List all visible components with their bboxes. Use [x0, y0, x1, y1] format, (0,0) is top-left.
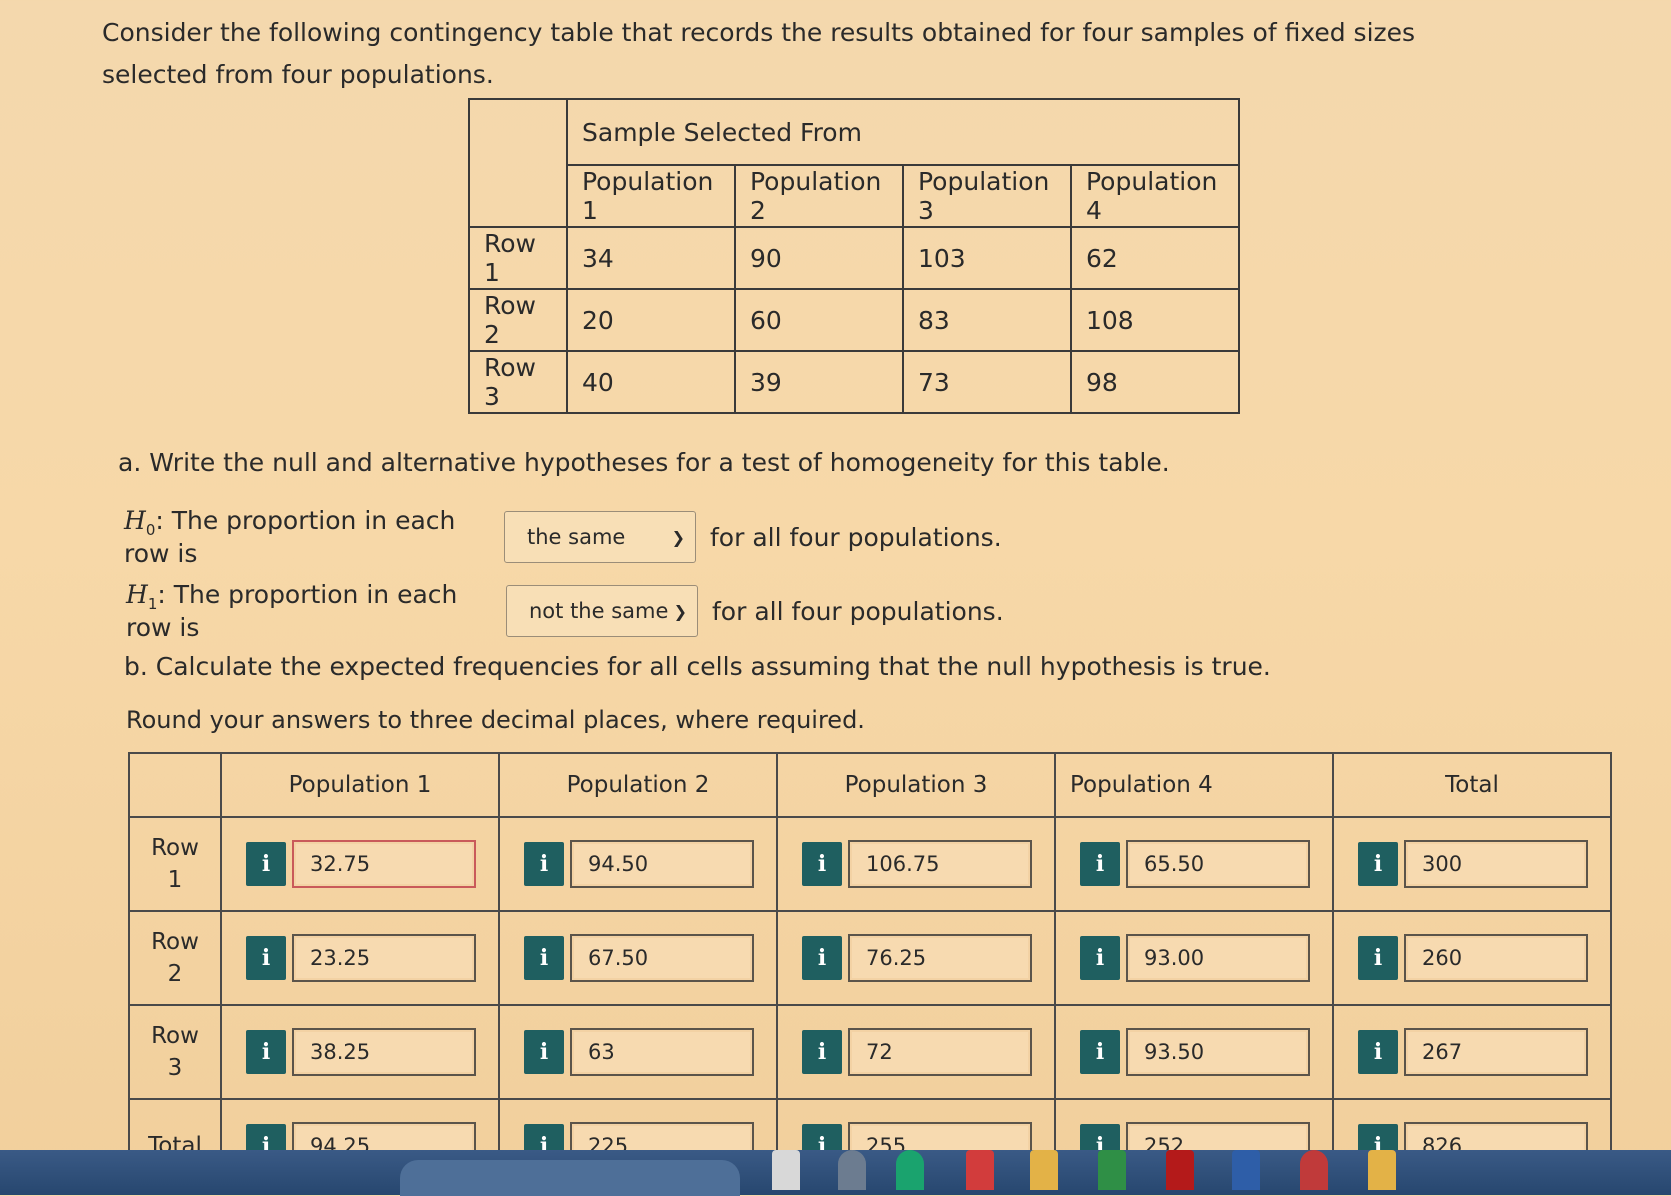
col-header: Population 3: [902, 164, 1072, 228]
answer-input[interactable]: 94.50: [570, 840, 754, 888]
answer-input[interactable]: 300: [1404, 840, 1588, 888]
info-icon[interactable]: i: [246, 842, 286, 886]
expected-frequencies-table: Population 1 Population 2 Population 3 P…: [128, 752, 1612, 1194]
round-note: Round your answers to three decimal plac…: [126, 706, 865, 734]
col-header: Population 1: [566, 164, 736, 228]
h0-label: H0: The proportion in each row is: [124, 506, 456, 568]
info-icon[interactable]: i: [524, 842, 564, 886]
sample-selected-header: Sample Selected From: [566, 98, 1240, 166]
answer-input[interactable]: 76.25: [848, 934, 1032, 982]
problem-intro: Consider the following contingency table…: [102, 18, 1416, 89]
h0-select-value: the same: [527, 525, 626, 549]
info-icon[interactable]: i: [802, 1030, 842, 1074]
part-a-question: a. Write the null and alternative hypoth…: [118, 448, 1170, 477]
table-cell: 103: [902, 226, 1072, 290]
word-icon[interactable]: [1232, 1150, 1260, 1190]
answer-input[interactable]: 260: [1404, 934, 1588, 982]
answer-input[interactable]: 32.75: [292, 840, 476, 888]
corner-cell: [468, 98, 568, 228]
table-row: Row 1 34 90 103 62: [468, 226, 1240, 290]
netflix-icon[interactable]: [1166, 1150, 1194, 1190]
col-header: Total: [1332, 752, 1612, 818]
table-cell: 39: [734, 350, 904, 414]
app-icon[interactable]: [1098, 1150, 1126, 1190]
edge-icon[interactable]: [896, 1150, 924, 1190]
table-cell: 34: [566, 226, 736, 290]
table-row: Row 2 20 60 83 108: [468, 288, 1240, 352]
info-icon[interactable]: i: [1080, 936, 1120, 980]
calendar-icon[interactable]: [1368, 1150, 1396, 1190]
col-header: Population 2: [734, 164, 904, 228]
table-cell: 90: [734, 226, 904, 290]
chevron-down-icon: ❯: [673, 601, 687, 621]
table-cell: 60: [734, 288, 904, 352]
info-icon[interactable]: i: [246, 936, 286, 980]
table-row: Row 3 40 39 73 98: [468, 350, 1240, 414]
folder-icon[interactable]: [1030, 1150, 1058, 1190]
store-icon[interactable]: [966, 1150, 994, 1190]
info-icon[interactable]: i: [1358, 1030, 1398, 1074]
col-header: Population 3: [776, 752, 1056, 818]
part-b-question: b. Calculate the expected frequencies fo…: [124, 652, 1271, 681]
answer-input[interactable]: 63: [570, 1028, 754, 1076]
h0-select[interactable]: the same ❯: [504, 511, 696, 563]
table-cell: 40: [566, 350, 736, 414]
table-cell: 73: [902, 350, 1072, 414]
info-icon[interactable]: i: [1080, 842, 1120, 886]
col-header: Population 4: [1054, 752, 1334, 818]
table-row: Row 1 i 32.75 i 94.50 i 106.75 i 65.50 i 300: [128, 816, 1612, 912]
chrome-icon[interactable]: [1300, 1150, 1328, 1190]
row-label: Row 1: [468, 226, 568, 290]
row-label: Row 3: [128, 1004, 222, 1100]
h1-label: H1: The proportion in each row is: [126, 580, 458, 642]
table-cell: 62: [1070, 226, 1240, 290]
answer-input[interactable]: 67.50: [570, 934, 754, 982]
taskbar-search[interactable]: [400, 1160, 740, 1196]
h0-suffix: for all four populations.: [710, 522, 1002, 552]
answer-input[interactable]: 65.50: [1126, 840, 1310, 888]
info-icon[interactable]: i: [1358, 842, 1398, 886]
h1-select[interactable]: not the same ❯: [506, 585, 698, 637]
row-label: Row 3: [468, 350, 568, 414]
col-header: Population 2: [498, 752, 778, 818]
answer-input[interactable]: 23.25: [292, 934, 476, 982]
row-label: Row 1: [128, 816, 222, 912]
contingency-table: Sample Selected From Population 1 Popula…: [468, 98, 1240, 414]
chevron-down-icon: ❯: [671, 527, 685, 547]
h1-select-value: not the same: [529, 599, 669, 623]
answer-input[interactable]: 93.50: [1126, 1028, 1310, 1076]
info-icon[interactable]: i: [802, 842, 842, 886]
col-header: Population 1: [220, 752, 500, 818]
answer-input[interactable]: 93.00: [1126, 934, 1310, 982]
answer-input[interactable]: 106.75: [848, 840, 1032, 888]
info-icon[interactable]: i: [802, 936, 842, 980]
table-cell: 108: [1070, 288, 1240, 352]
alt-hypothesis: H1: The proportion in each row is not th…: [126, 580, 1004, 642]
table-cell: 20: [566, 288, 736, 352]
answer-input[interactable]: 267: [1404, 1028, 1588, 1076]
taskbar: [0, 1150, 1671, 1195]
row-label: Row 2: [468, 288, 568, 352]
info-icon[interactable]: i: [524, 936, 564, 980]
info-icon[interactable]: i: [1080, 1030, 1120, 1074]
browser-icon[interactable]: [838, 1150, 866, 1190]
row-label: Row 2: [128, 910, 222, 1006]
col-header: Population 4: [1070, 164, 1240, 228]
info-icon[interactable]: i: [246, 1030, 286, 1074]
table-row: Row 2 i 23.25 i 67.50 i 76.25 i 93.00 i 260: [128, 910, 1612, 1006]
answer-input[interactable]: 38.25: [292, 1028, 476, 1076]
corner-cell: [128, 752, 222, 818]
h1-suffix: for all four populations.: [712, 596, 1004, 626]
table-cell: 83: [902, 288, 1072, 352]
answer-input[interactable]: 72: [848, 1028, 1032, 1076]
file-icon[interactable]: [772, 1150, 800, 1190]
info-icon[interactable]: i: [1358, 936, 1398, 980]
info-icon[interactable]: i: [524, 1030, 564, 1074]
table-row: Row 3 i 38.25 i 63 i 72 i 93.50 i 267: [128, 1004, 1612, 1100]
null-hypothesis: H0: The proportion in each row is the sa…: [124, 506, 1002, 568]
table-cell: 98: [1070, 350, 1240, 414]
